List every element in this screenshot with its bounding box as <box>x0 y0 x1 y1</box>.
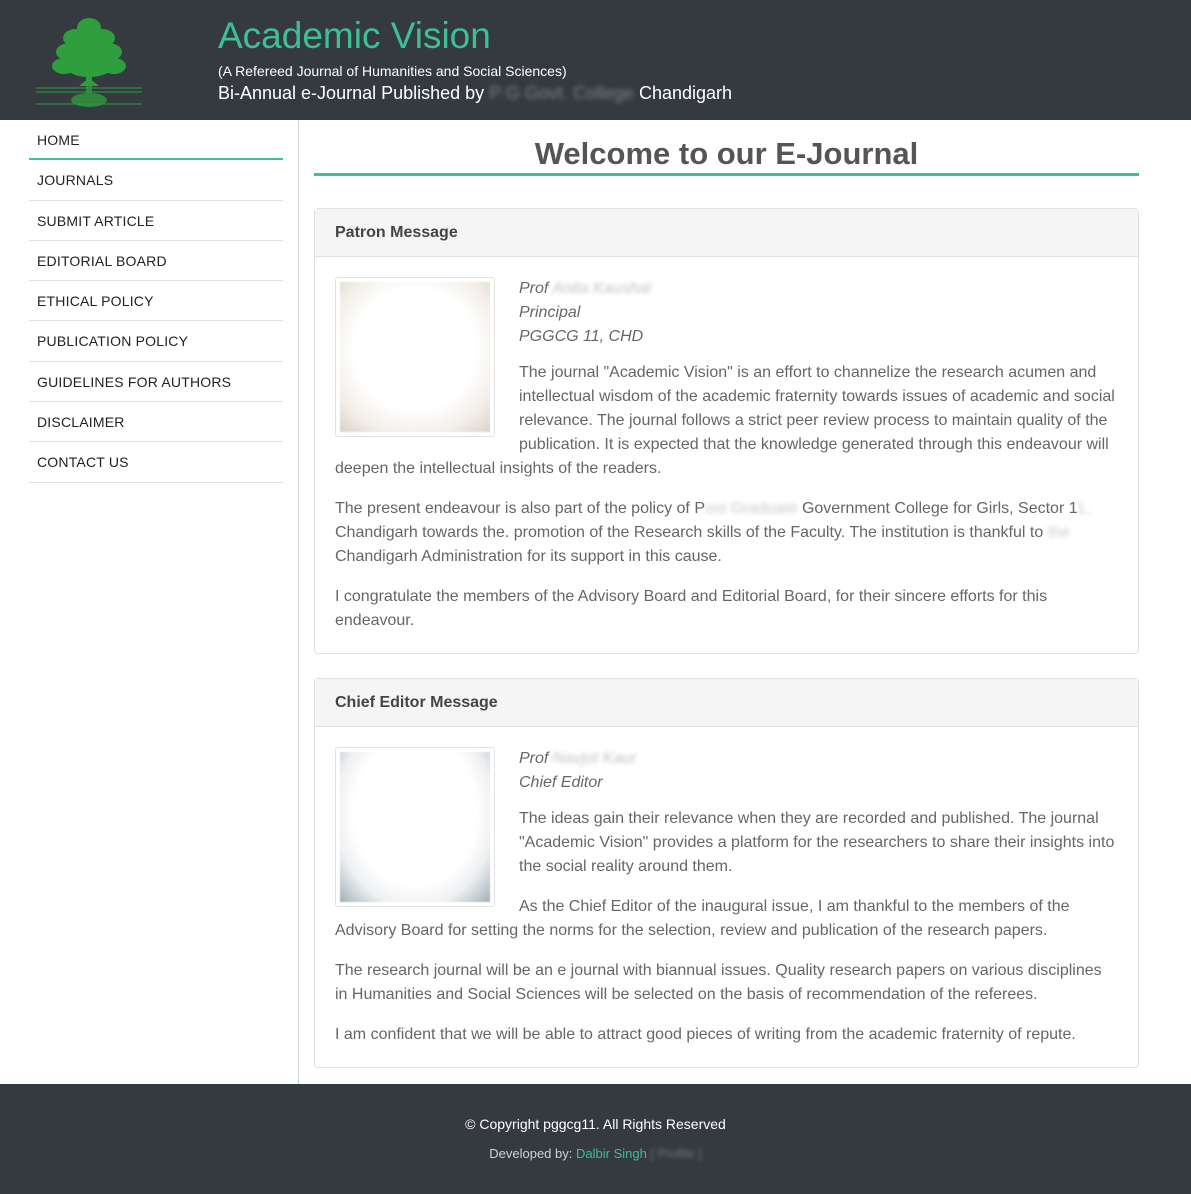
nav-item-guidelines-for-authors[interactable]: GUIDELINES FOR AUTHORS <box>29 362 283 403</box>
publisher-line: Bi-Annual e-Journal Published by P G Gov… <box>218 82 732 104</box>
site-header: Academic Vision (A Refereed Journal of H… <box>0 0 1191 120</box>
publisher-suffix: Chandigarh <box>638 83 733 103</box>
developer-prefix: Developed by: <box>489 1146 573 1161</box>
publisher-blurred: P G Govt. College <box>489 83 634 103</box>
card-body: Prof Anita Kaushal Principal PGGCG 11, C… <box>315 257 1138 659</box>
patron-paragraph: I congratulate the members of the Adviso… <box>335 588 1048 629</box>
publisher-prefix: Bi-Annual e-Journal Published by <box>218 83 485 103</box>
chief-editor-photo <box>335 747 495 907</box>
nav-item-editorial-board[interactable]: EDITORIAL BOARD <box>29 241 283 282</box>
developer-credit: Developed by: Dalbir Singh [ Profile ] <box>0 1146 1191 1161</box>
card-body: Prof Navjot Kaur Chief Editor The ideas … <box>315 727 1138 1073</box>
editor-paragraph: The research journal will be an e journa… <box>335 962 1102 1003</box>
patron-photo <box>335 277 495 437</box>
site-title[interactable]: Academic Vision <box>218 14 491 58</box>
nav-item-ethical-policy[interactable]: ETHICAL POLICY <box>29 281 283 322</box>
page-title: Welcome to our E-Journal <box>314 120 1139 176</box>
developer-blurred: [ Profile ] <box>650 1146 702 1161</box>
nav-item-journals[interactable]: JOURNALS <box>29 160 283 201</box>
nav-item-publication-policy[interactable]: PUBLICATION POLICY <box>29 321 283 362</box>
editor-paragraph: I am confident that we will be able to a… <box>335 1026 1076 1043</box>
sidebar-nav: HOME JOURNALS SUBMIT ARTICLE EDITORIAL B… <box>29 120 283 483</box>
nav-item-disclaimer[interactable]: DISCLAIMER <box>29 402 283 443</box>
sidebar-divider <box>298 120 299 1084</box>
chief-editor-message-card: Chief Editor Message Prof Navjot Kaur Ch… <box>314 678 1139 1068</box>
patron-message-card: Patron Message Prof Anita Kaushal Princi… <box>314 208 1139 654</box>
nav-item-contact-us[interactable]: CONTACT US <box>29 442 283 483</box>
copyright-text: © Copyright pggcg11. All Rights Reserved <box>465 1116 726 1132</box>
tree-logo-icon[interactable] <box>34 14 144 108</box>
main-content: Welcome to our E-Journal <box>314 120 1139 176</box>
patron-paragraph: The present endeavour is also part of th… <box>335 500 1090 565</box>
nav-item-home[interactable]: HOME <box>29 120 283 161</box>
site-subtitle: (A Refereed Journal of Humanities and So… <box>218 63 567 79</box>
card-title: Chief Editor Message <box>315 679 1138 727</box>
developer-link[interactable]: Dalbir Singh <box>576 1146 647 1161</box>
card-title: Patron Message <box>315 209 1138 257</box>
nav-item-submit-article[interactable]: SUBMIT ARTICLE <box>29 201 283 241</box>
site-footer: © Copyright pggcg11. All Rights Reserved… <box>0 1084 1191 1194</box>
